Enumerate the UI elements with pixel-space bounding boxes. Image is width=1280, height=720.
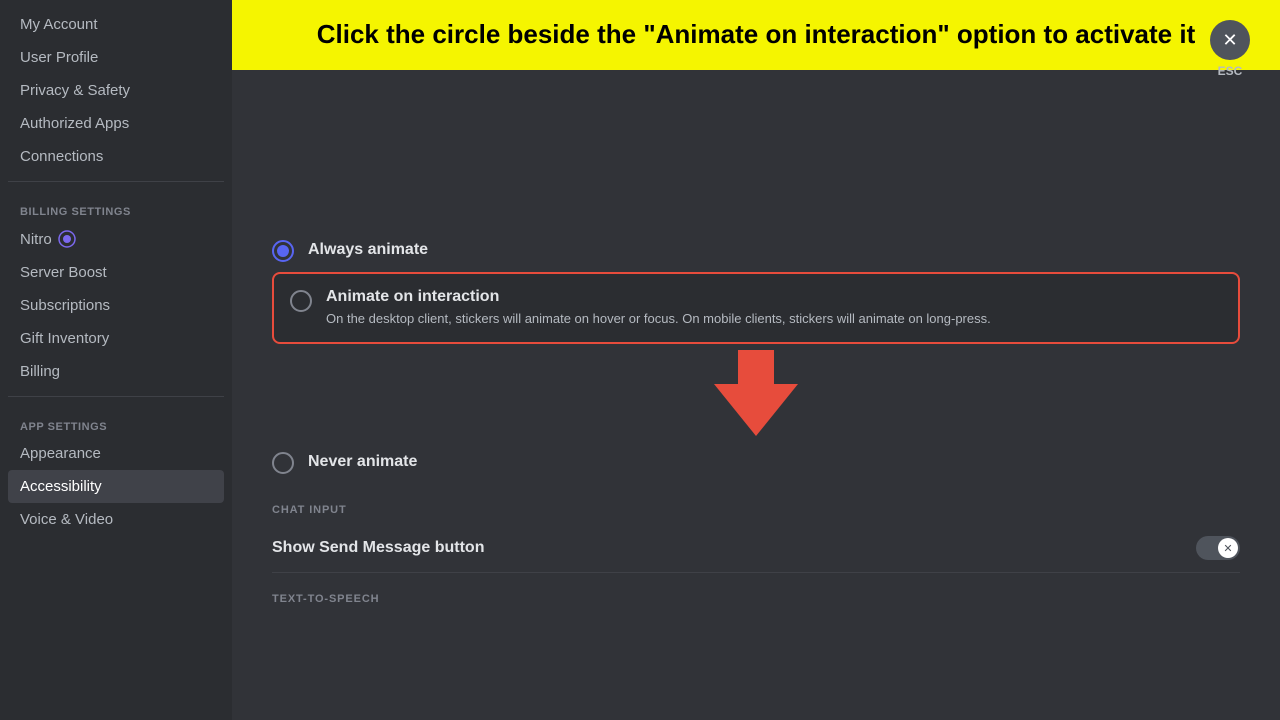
always-animate-row: Always animate	[272, 224, 1240, 272]
show-send-message-toggle[interactable]: ✕	[1196, 536, 1240, 560]
sidebar-item-connections[interactable]: Connections	[8, 140, 224, 173]
animate-on-interaction-radio[interactable]	[290, 290, 312, 312]
nitro-icon	[58, 230, 76, 248]
esc-label: ESC	[1218, 64, 1243, 78]
sidebar-divider-billing	[8, 181, 224, 182]
nitro-label: Nitro	[20, 231, 52, 248]
esc-circle: ✕	[1210, 20, 1250, 60]
always-animate-label: Always animate	[308, 241, 428, 259]
arrow-visual	[714, 350, 798, 436]
sidebar-item-server-boost[interactable]: Server Boost	[8, 256, 224, 289]
sidebar-item-my-account[interactable]: My Account	[8, 8, 224, 41]
sidebar-item-authorized-apps[interactable]: Authorized Apps	[8, 107, 224, 140]
text-to-speech-section-header: TEXT-TO-SPEECH	[272, 593, 1240, 605]
arrow-head	[714, 384, 798, 436]
esc-button[interactable]: ✕ ESC	[1210, 20, 1250, 78]
sidebar-item-subscriptions[interactable]: Subscriptions	[8, 289, 224, 322]
always-animate-radio[interactable]	[272, 240, 294, 262]
show-send-message-label: Show Send Message button	[272, 539, 484, 557]
animate-on-interaction-content: Animate on interaction On the desktop cl…	[326, 288, 991, 328]
sidebar-item-nitro[interactable]: Nitro	[8, 222, 224, 256]
sidebar-item-billing[interactable]: Billing	[8, 355, 224, 388]
sidebar-item-appearance[interactable]: Appearance	[8, 437, 224, 470]
sidebar-item-accessibility[interactable]: Accessibility	[8, 470, 224, 503]
toggle-x-icon: ✕	[1223, 542, 1232, 555]
animate-on-interaction-label: Animate on interaction	[326, 288, 991, 306]
main-content: Click the circle beside the "Animate on …	[232, 0, 1280, 720]
toggle-knob: ✕	[1218, 538, 1238, 558]
never-animate-label: Never animate	[308, 453, 417, 471]
animate-on-interaction-desc: On the desktop client, stickers will ani…	[326, 310, 991, 328]
app-section-label: APP SETTINGS	[8, 405, 224, 437]
never-animate-radio[interactable]	[272, 452, 294, 474]
sidebar-item-user-profile[interactable]: User Profile	[8, 41, 224, 74]
animate-on-interaction-option: Animate on interaction On the desktop cl…	[272, 272, 1240, 344]
sidebar-item-voice-video[interactable]: Voice & Video	[8, 503, 224, 536]
tooltip-text: Click the circle beside the "Animate on …	[317, 19, 1196, 49]
sidebar: My Account User Profile Privacy & Safety…	[0, 0, 232, 720]
sidebar-divider-app	[8, 396, 224, 397]
show-send-message-row: Show Send Message button ✕	[272, 524, 1240, 573]
arrow-area	[272, 346, 1240, 436]
billing-section-label: BILLING SETTINGS	[8, 190, 224, 222]
sidebar-item-gift-inventory[interactable]: Gift Inventory	[8, 322, 224, 355]
tooltip-overlay: Click the circle beside the "Animate on …	[232, 0, 1280, 70]
sidebar-item-privacy-safety[interactable]: Privacy & Safety	[8, 74, 224, 107]
never-animate-row: Never animate	[272, 436, 1240, 484]
close-icon: ✕	[1222, 30, 1237, 51]
chat-input-section-header: CHAT INPUT	[272, 504, 1240, 516]
arrow-shaft	[738, 350, 774, 384]
